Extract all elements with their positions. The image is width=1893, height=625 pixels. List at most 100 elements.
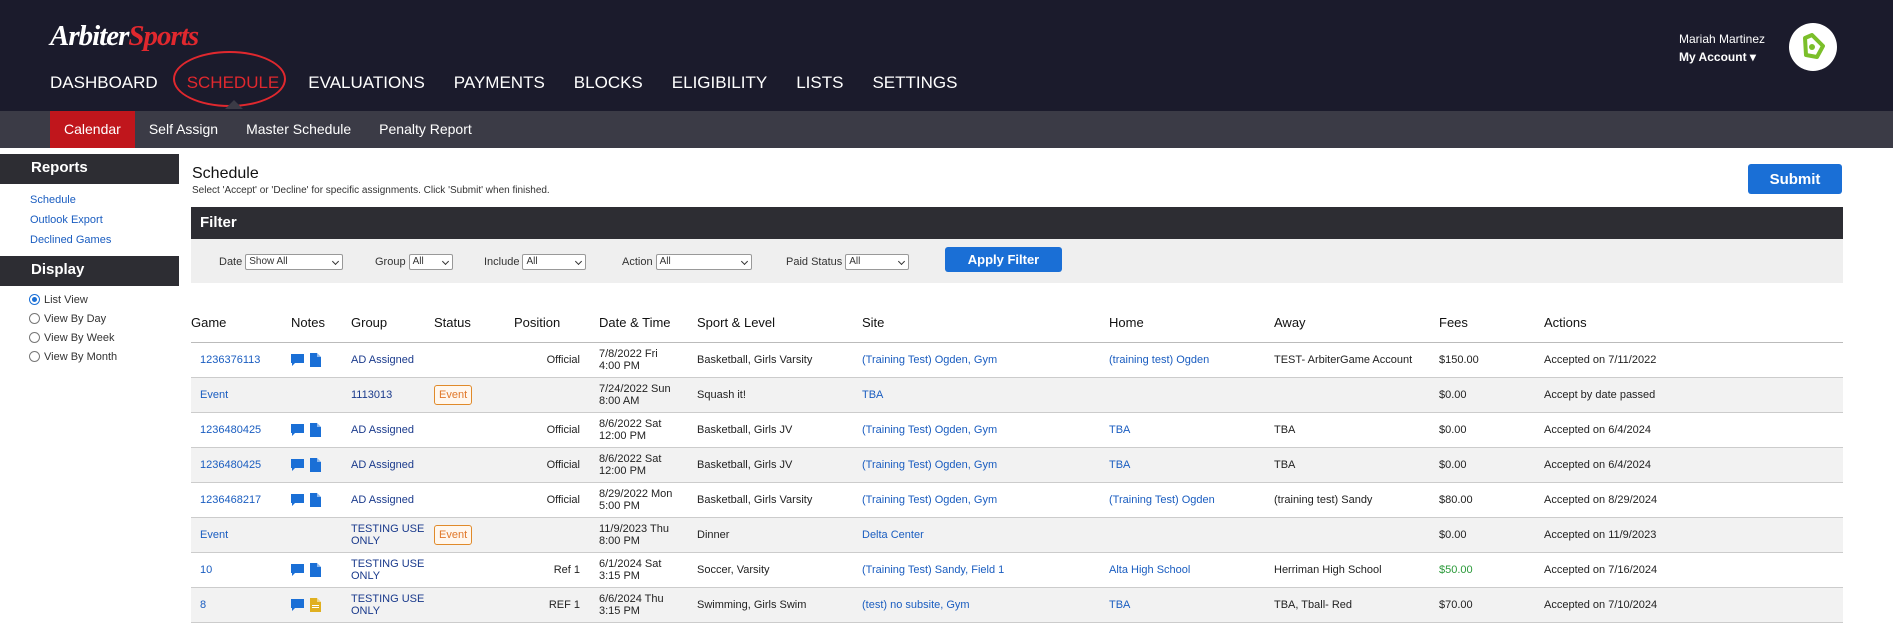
column-header-notes: Notes <box>291 304 351 343</box>
action-filter: Action All <box>622 254 752 270</box>
away-cell: TBA, Tball- Red <box>1274 587 1439 623</box>
nav-evaluations[interactable]: EVALUATIONS <box>308 73 425 93</box>
report-link-outlook-export[interactable]: Outlook Export <box>30 210 179 230</box>
comment-icon[interactable] <box>291 598 304 611</box>
game-link[interactable]: 1236468217 <box>200 494 261 506</box>
report-link-schedule[interactable]: Schedule <box>30 190 179 210</box>
site-link[interactable]: (Training Test) Ogden, Gym <box>862 494 997 506</box>
display-option-view-by-day[interactable]: View By Day <box>29 309 179 328</box>
column-header-date-time: Date & Time <box>599 304 697 343</box>
date-select[interactable]: Show All <box>245 254 344 270</box>
home-cell: (training test) Ogden <box>1109 342 1274 378</box>
notes-icons <box>291 597 351 612</box>
site-link[interactable]: (Training Test) Ogden, Gym <box>862 354 997 366</box>
action-select[interactable]: All <box>655 254 752 270</box>
sport-level-cell: Dinner <box>697 517 862 553</box>
document-icon[interactable] <box>310 352 321 367</box>
radio-label: View By Month <box>44 350 118 363</box>
report-link-declined-games[interactable]: Declined Games <box>30 230 179 250</box>
away-cell: TBA <box>1274 412 1439 448</box>
nav-blocks[interactable]: BLOCKS <box>574 73 643 93</box>
document-icon[interactable] <box>310 597 321 612</box>
notes-icons <box>291 562 351 577</box>
comment-icon[interactable] <box>291 423 304 436</box>
notes-icons <box>291 422 351 437</box>
away-cell <box>1274 377 1439 413</box>
sport-level-cell: Soccer, Varsity <box>697 552 862 588</box>
apply-filter-button[interactable]: Apply Filter <box>945 247 1062 272</box>
site-link[interactable]: Delta Center <box>862 529 924 541</box>
arbiter-sports-logo[interactable]: ArbiterSports <box>50 20 199 53</box>
group-name: AD Assigned <box>351 493 414 506</box>
date-text: 8/6/2022 Sat <box>599 452 662 465</box>
site-link[interactable]: TBA <box>862 389 883 401</box>
nav-dashboard[interactable]: DASHBOARD <box>50 73 158 93</box>
display-option-list-view[interactable]: List View <box>29 290 179 309</box>
site-link[interactable]: (Training Test) Ogden, Gym <box>862 424 997 436</box>
include-select[interactable]: All <box>522 254 587 270</box>
document-icon[interactable] <box>310 422 321 437</box>
document-icon[interactable] <box>310 562 321 577</box>
radio-button[interactable] <box>29 313 40 324</box>
site-link[interactable]: (Training Test) Ogden, Gym <box>862 459 997 471</box>
display-option-view-by-week[interactable]: View By Week <box>29 328 179 347</box>
action-filter-label: Action <box>622 256 653 268</box>
game-cell: 10 <box>191 552 291 588</box>
document-icon[interactable] <box>310 492 321 507</box>
game-link[interactable]: 1236480425 <box>200 424 261 436</box>
site-cell: (Training Test) Ogden, Gym <box>862 412 1109 448</box>
sport-level-cell: Basketball, Girls Varsity <box>697 482 862 518</box>
comment-icon[interactable] <box>291 563 304 576</box>
actions-cell: Accept by date passed <box>1544 377 1843 413</box>
home-team-link[interactable]: (Training Test) Ogden <box>1109 494 1215 506</box>
column-header-away: Away <box>1274 304 1439 343</box>
home-team-link[interactable]: (training test) Ogden <box>1109 354 1209 366</box>
game-link[interactable]: Event <box>200 389 228 401</box>
game-link[interactable]: 1236376113 <box>200 354 260 366</box>
nav-lists[interactable]: LISTS <box>796 73 843 93</box>
game-link[interactable]: 8 <box>200 599 206 611</box>
comment-icon[interactable] <box>291 493 304 506</box>
notes-icons <box>291 352 351 367</box>
subnav-calendar[interactable]: Calendar <box>50 111 135 148</box>
home-team-link[interactable]: Alta High School <box>1109 564 1190 576</box>
nav-schedule[interactable]: SCHEDULE <box>172 51 286 109</box>
subnav-penalty-report[interactable]: Penalty Report <box>365 111 486 148</box>
subnav-self-assign[interactable]: Self Assign <box>135 111 232 148</box>
display-option-view-by-month[interactable]: View By Month <box>29 347 179 366</box>
nav-payments[interactable]: PAYMENTS <box>454 73 545 93</box>
comment-icon[interactable] <box>291 458 304 471</box>
home-team-link[interactable]: TBA <box>1109 459 1130 471</box>
column-header-position: Position <box>514 304 599 343</box>
radio-button[interactable] <box>29 332 40 343</box>
comment-icon[interactable] <box>291 353 304 366</box>
group-name: AD Assigned <box>351 353 414 366</box>
date-text: 7/8/2022 Fri <box>599 347 658 360</box>
game-link[interactable]: 1236480425 <box>200 459 261 471</box>
radio-label: View By Day <box>44 312 107 325</box>
group-cell: AD Assigned <box>351 342 434 378</box>
avatar[interactable] <box>1789 23 1837 71</box>
sport-level-cell: Squash it! <box>697 377 862 413</box>
nav-settings[interactable]: SETTINGS <box>872 73 957 93</box>
document-icon[interactable] <box>310 457 321 472</box>
home-team-link[interactable]: TBA <box>1109 424 1130 436</box>
actions-cell: Accepted on 6/4/2024 <box>1544 447 1843 483</box>
paid-status-select[interactable]: All <box>845 254 910 270</box>
table-row: Event 1113013 Event 7/24/2022 Sun 8:00 AM Squ… <box>191 377 1843 413</box>
group-select[interactable]: All <box>408 254 453 270</box>
table-row: 1236480425 AD Assigned Official 8/6/2022 Sa… <box>191 412 1843 448</box>
game-link[interactable]: Event <box>200 529 228 541</box>
radio-button[interactable] <box>29 294 40 305</box>
my-account-dropdown[interactable]: My Account ▾ <box>1679 48 1765 66</box>
radio-button[interactable] <box>29 351 40 362</box>
submit-button[interactable]: Submit <box>1748 164 1842 194</box>
nav-eligibility[interactable]: ELIGIBILITY <box>672 73 767 93</box>
group-name: AD Assigned <box>351 423 414 436</box>
site-link[interactable]: (Training Test) Sandy, Field 1 <box>862 564 1004 576</box>
home-cell <box>1109 517 1274 553</box>
home-team-link[interactable]: TBA <box>1109 599 1130 611</box>
site-link[interactable]: (test) no subsite, Gym <box>862 599 970 611</box>
game-link[interactable]: 10 <box>200 564 212 576</box>
subnav-master-schedule[interactable]: Master Schedule <box>232 111 365 148</box>
